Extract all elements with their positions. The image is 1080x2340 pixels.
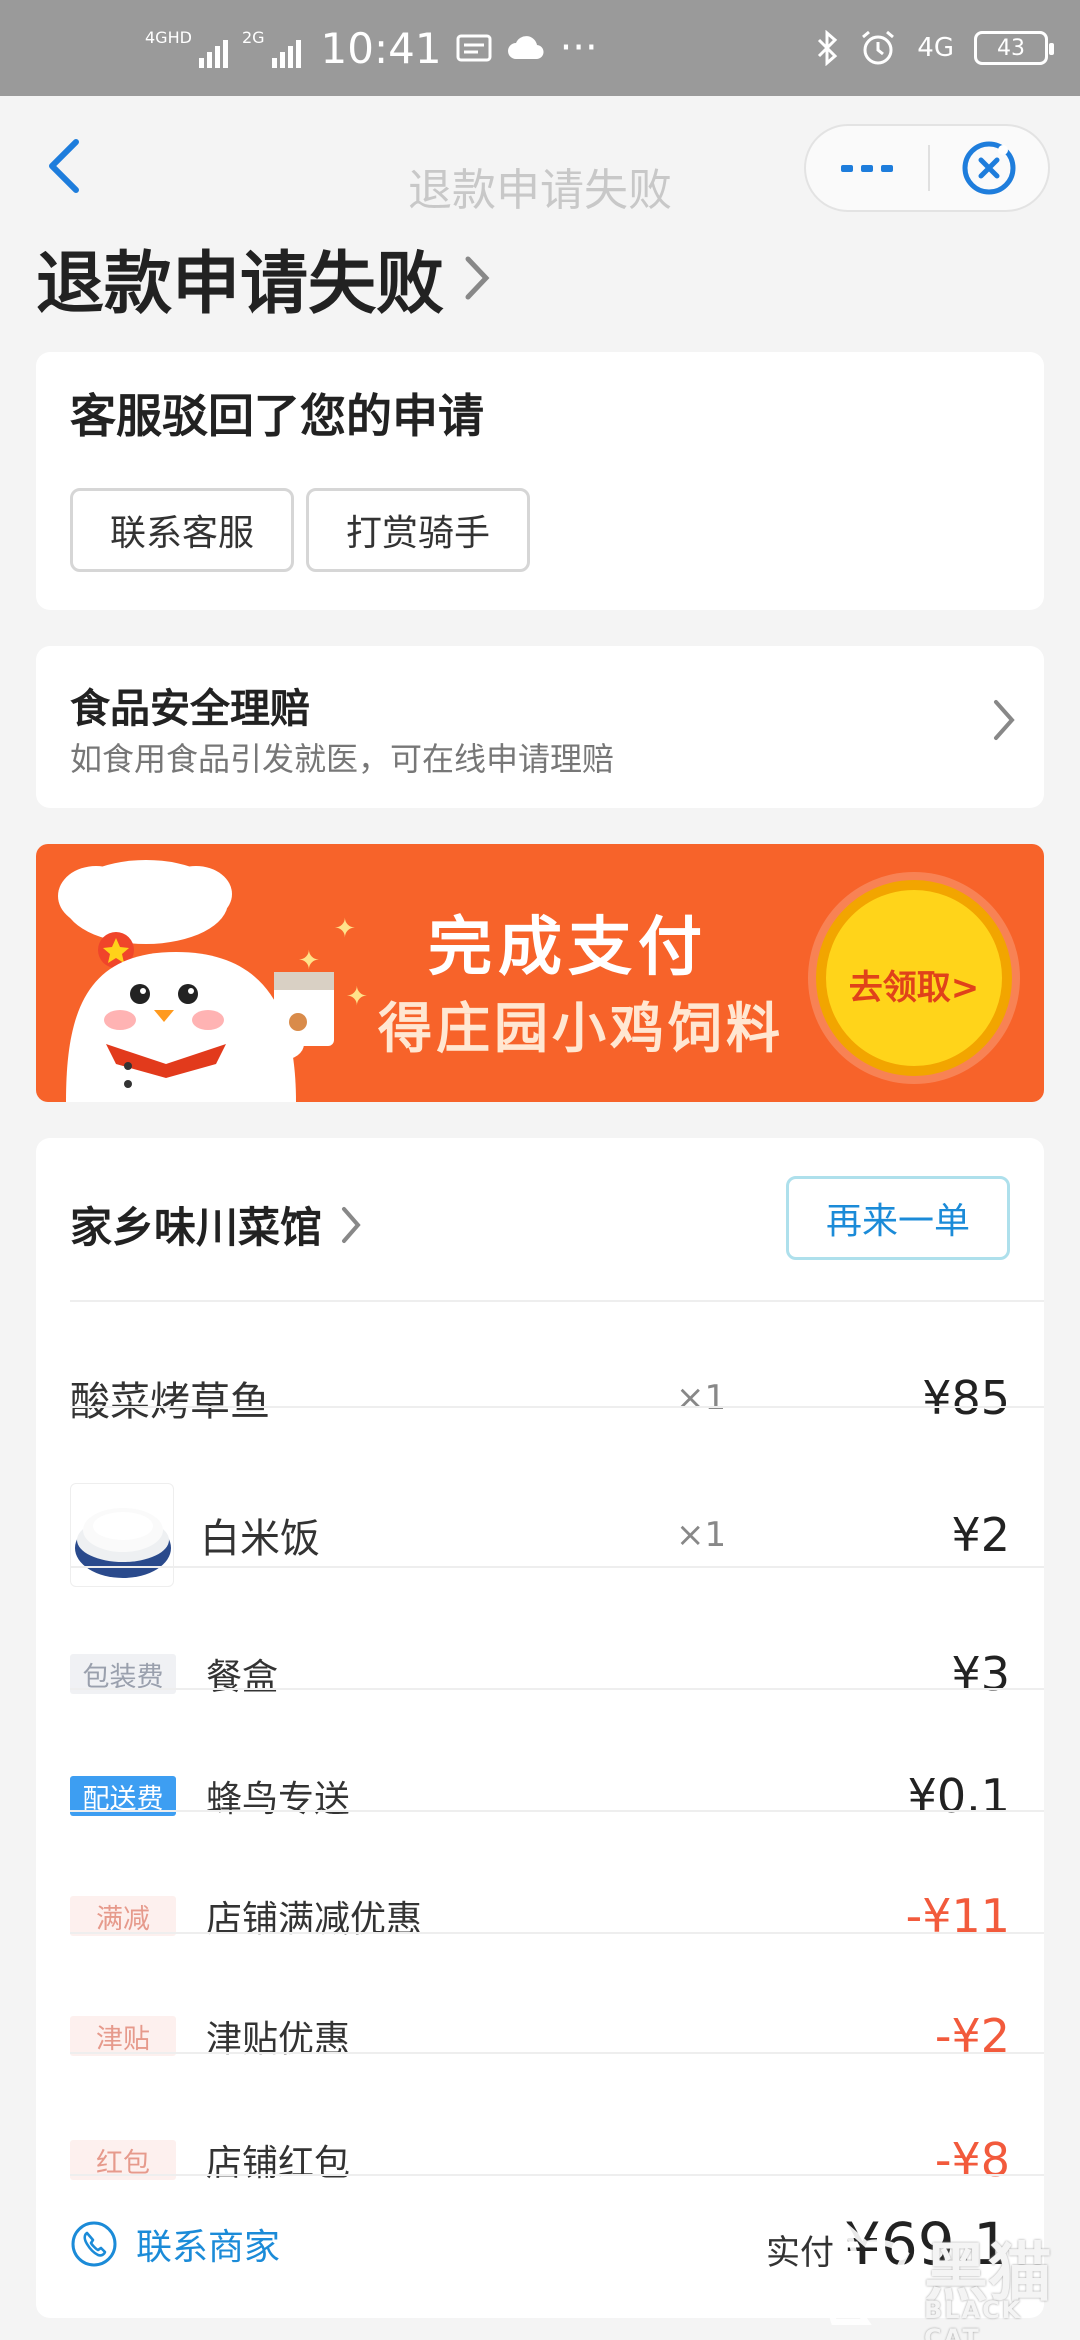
- item-name: 酸菜烤草鱼: [70, 1379, 270, 1425]
- order-item: 白米饭 ×1 ¥2: [70, 1480, 1010, 1590]
- chevron-right-icon: [342, 1206, 361, 1243]
- fee-label: 餐盒: [206, 1657, 279, 1698]
- shop-name-link[interactable]: 家乡味川菜馆: [70, 1194, 362, 1255]
- mini-program-capsule: [804, 124, 1050, 212]
- divider: [70, 1566, 1044, 1568]
- cloud-icon: [507, 36, 544, 60]
- fee-amount: ¥3: [951, 1647, 1010, 1701]
- divider: [70, 1300, 1044, 1302]
- bluetooth-icon: [818, 30, 838, 66]
- discount-label: 津贴优惠: [206, 2019, 351, 2060]
- divider: [70, 2174, 1044, 2176]
- contact-merchant-button[interactable]: 联系商家: [70, 2218, 280, 2270]
- discount-label: 店铺满减优惠: [206, 1899, 423, 1940]
- discount-amount: -¥8: [934, 2133, 1010, 2187]
- discount-amount: -¥11: [905, 1889, 1010, 1943]
- contact-service-button[interactable]: 联系客服: [70, 488, 294, 572]
- fee-amount: ¥0.1: [907, 1769, 1010, 1823]
- discount-row: 满减 店铺满减优惠 -¥11: [70, 1866, 1010, 1966]
- discount-tag: 津贴: [70, 2016, 176, 2056]
- reorder-button[interactable]: 再来一单: [786, 1176, 1010, 1260]
- signal-icon-2: 2G: [242, 28, 301, 68]
- fee-row: 配送费 蜂鸟专送 ¥0.1: [70, 1746, 1010, 1846]
- chevron-right-icon: [994, 700, 1015, 740]
- more-status: ···: [559, 25, 598, 71]
- alarm-icon: [862, 30, 895, 65]
- discount-row: 红包 店铺红包 -¥8: [70, 2110, 1010, 2210]
- sparkle-icon: ✦: [346, 982, 368, 1012]
- discount-tag: 满减: [70, 1896, 176, 1936]
- banner-headline: 完成支付: [428, 911, 708, 985]
- discount-label: 店铺红包: [206, 2143, 351, 2184]
- battery-icon: 43: [974, 31, 1054, 65]
- fee-label: 蜂鸟专送: [206, 1779, 351, 1820]
- more-icon[interactable]: [806, 126, 928, 210]
- contact-merchant-label: 联系商家: [136, 2227, 281, 2268]
- claim-reward-button[interactable]: 去领取>: [816, 880, 1012, 1076]
- item-qty: ×1: [676, 1378, 727, 1418]
- status-time: 10:41: [320, 23, 442, 73]
- food-safety-claim-card[interactable]: 食品安全理赔 如食用食品引发就医，可在线申请理赔: [36, 646, 1044, 808]
- banner-subline: 得庄园小鸡饲料: [378, 997, 784, 1060]
- discount-amount: -¥2: [934, 2009, 1010, 2063]
- rice-thumbnail: [70, 1483, 174, 1587]
- fee-row: 包装费 餐盒 ¥3: [70, 1624, 1010, 1724]
- page-title[interactable]: 退款申请失败: [36, 228, 492, 327]
- claim-title: 食品安全理赔: [70, 686, 310, 732]
- discount-row: 津贴 津贴优惠 -¥2: [70, 1986, 1010, 2086]
- phone-icon: [71, 2221, 117, 2267]
- sparkle-icon: ✦: [298, 946, 320, 976]
- divider: [70, 1688, 1044, 1690]
- order-card: 家乡味川菜馆 再来一单 酸菜烤草鱼 ×1 ¥85 白米饭 ×1 ¥2 包装费 餐…: [36, 1138, 1044, 2318]
- promo-banner[interactable]: ✦ ✦ ✦ 完成支付 得庄园小鸡饲料 去领取>: [36, 844, 1044, 1102]
- divider: [70, 1932, 1044, 1934]
- tip-rider-button[interactable]: 打赏骑手: [306, 488, 530, 572]
- item-qty: ×1: [676, 1515, 727, 1555]
- close-icon[interactable]: [930, 126, 1048, 210]
- chevron-right-icon: [465, 256, 490, 299]
- page-heading: 退款申请失败: [36, 245, 445, 324]
- mail-icon: [456, 34, 492, 62]
- network-label: 4G: [917, 33, 954, 63]
- claim-subtitle: 如食用食品引发就医，可在线申请理赔: [70, 740, 615, 778]
- divider: [70, 2052, 1044, 2054]
- item-price: ¥2: [951, 1508, 1010, 1562]
- item-name: 白米饭: [200, 1516, 320, 1562]
- signal-icon: 4GHD: [145, 28, 228, 68]
- divider: [70, 1810, 1044, 1812]
- rejection-card: 客服驳回了您的申请 联系客服 打赏骑手: [36, 352, 1044, 610]
- item-price: ¥85: [922, 1371, 1010, 1425]
- shop-name: 家乡味川菜馆: [70, 1203, 323, 1252]
- divider: [70, 1406, 1044, 1408]
- black-cat-watermark: 黑猫 BLACK CAT: [814, 2222, 1064, 2340]
- rejection-title: 客服驳回了您的申请: [70, 389, 484, 443]
- cat-logo-icon: [827, 2222, 910, 2325]
- watermark-en: BLACK CAT: [924, 2296, 1023, 2340]
- sparkle-icon: ✦: [334, 914, 356, 944]
- nav-bar: 退款申请失败: [0, 96, 1080, 236]
- status-bar: 4GHD 2G 10:41 ··· 4G 43: [0, 0, 1080, 96]
- order-item: 酸菜烤草鱼 ×1 ¥85: [70, 1348, 1010, 1448]
